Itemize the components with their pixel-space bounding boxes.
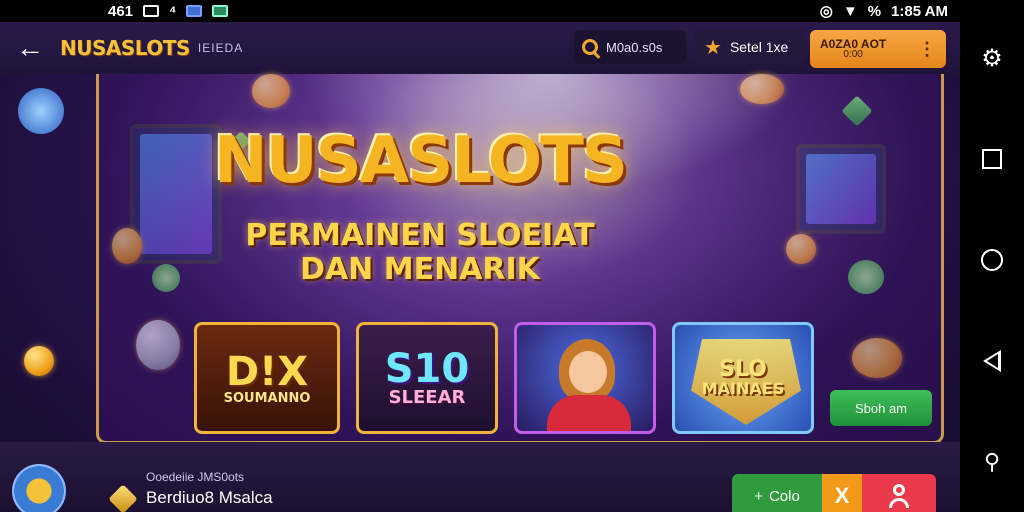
tagline-line-1: PERMAINEN SLOEIAT xyxy=(245,218,595,253)
brand-logo: NUSASLOTS xyxy=(60,36,190,60)
app-window: ← NUSASLOTS IEIEDA M0a0.s0s ★ Setel 1xe … xyxy=(0,22,960,512)
game-card-2[interactable]: S10 SLEEAR xyxy=(356,322,498,434)
bottom-subtitle: Ooedeiie JMS0ots xyxy=(146,470,245,484)
cube-icon xyxy=(108,484,138,512)
game-card-3[interactable] xyxy=(514,322,656,434)
signal-icon: ⁴ xyxy=(169,2,177,20)
game-card-4-text: SLO MAINAES xyxy=(702,359,784,397)
profile-button[interactable] xyxy=(862,474,936,512)
system-nav-bar: ⚙ ⚲ xyxy=(960,0,1024,512)
search-icon xyxy=(582,39,598,55)
notification-icon xyxy=(143,5,160,17)
wifi-icon: ▼ xyxy=(842,2,858,20)
game-card-1[interactable]: D!X SOUMANNO xyxy=(194,322,340,434)
account-sub: 0:00 xyxy=(843,49,863,60)
character-body xyxy=(547,395,631,431)
triangle-back-icon xyxy=(983,350,1001,372)
account-info: A0ZA0 AOT 0:00 xyxy=(820,38,886,60)
user-icon xyxy=(888,484,910,508)
game-card-1-subtitle: SOUMANNO xyxy=(223,390,311,406)
avatar[interactable] xyxy=(12,464,66,512)
zoom-label: Colo xyxy=(768,487,800,505)
game-card-2-text: S10 SLEEAR xyxy=(385,349,469,407)
tagline-line-2: DAN MENARIK xyxy=(300,252,540,287)
cta-button[interactable]: Sboh am xyxy=(830,390,932,426)
kebab-menu-icon[interactable]: ⋮ xyxy=(918,39,936,60)
rating-button[interactable]: ★ Setel 1xe xyxy=(694,30,804,64)
location-icon: ◎ xyxy=(819,3,833,20)
gear-icon: ⚙ xyxy=(981,44,1003,72)
rating-label: Setel 1xe xyxy=(729,39,789,55)
game-card-1-title: D!X xyxy=(225,348,309,395)
status-text: 461 xyxy=(108,2,134,20)
back-nav-button[interactable] xyxy=(972,341,1012,381)
search-label: M0a0.s0s xyxy=(606,39,663,55)
banner-tagline: PERMAINEN SLOEIAT DAN MENARIK xyxy=(180,219,660,287)
game-card-4-title: SLO xyxy=(719,357,767,382)
back-button[interactable]: ← xyxy=(0,22,60,74)
recents-button[interactable] xyxy=(972,139,1012,179)
zoom-button[interactable]: + Colo xyxy=(732,474,822,512)
character-face xyxy=(569,351,607,393)
status-bar: 461 ⁴ ◎ ▼ % 1:85 AM xyxy=(0,0,960,22)
game-card-1-text: D!X SOUMANNO xyxy=(224,352,311,405)
game-card-2-subtitle: SLEEAR xyxy=(388,387,466,408)
game-card-4[interactable]: SLO MAINAES xyxy=(672,322,814,434)
star-icon: ★ xyxy=(704,36,722,59)
status-left: 461 ⁴ xyxy=(108,2,229,20)
plus-icon: + xyxy=(754,487,763,505)
account-button[interactable]: A0ZA0 AOT 0:00 ⋮ xyxy=(810,30,946,68)
search-button[interactable]: M0a0.s0s xyxy=(574,30,686,64)
x-button[interactable]: X xyxy=(822,474,862,512)
settings-button[interactable]: ⚙ xyxy=(972,38,1012,78)
game-card-2-title: S10 xyxy=(384,346,470,392)
square-icon xyxy=(982,149,1002,169)
brand-subtitle: IEIEDA xyxy=(197,41,244,55)
gallery-icon xyxy=(186,5,203,17)
arrow-left-icon: ← xyxy=(16,32,44,63)
app-icon xyxy=(212,5,229,17)
bottom-bar: Ooedeiie JMS0ots Berdiuo8 Msalca + Colo … xyxy=(0,442,960,512)
assistant-icon: ⚲ xyxy=(983,449,1001,474)
blue-chip-decor xyxy=(18,88,64,134)
status-right: ◎ ▼ % 1:85 AM xyxy=(819,2,948,21)
coin-decor xyxy=(24,346,54,376)
game-scene: NUSASLOTS PERMAINEN SLOEIAT DAN MENARIK … xyxy=(0,74,960,462)
top-app-bar: ← NUSASLOTS IEIEDA M0a0.s0s ★ Setel 1xe … xyxy=(0,22,960,74)
battery-icon: % xyxy=(867,2,882,20)
banner-logo: NUSASLOTS xyxy=(214,124,628,198)
assistant-button[interactable]: ⚲ xyxy=(972,442,1012,482)
bottom-title: Berdiuo8 Msalca xyxy=(146,488,273,507)
home-button[interactable] xyxy=(972,240,1012,280)
game-card-4-subtitle: MAINAES xyxy=(701,379,785,398)
circle-icon xyxy=(981,249,1003,271)
status-time: 1:85 AM xyxy=(891,2,948,20)
